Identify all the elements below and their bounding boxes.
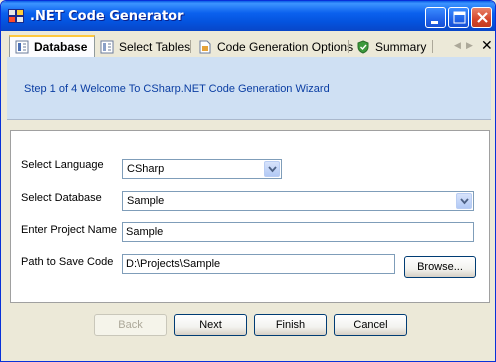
close-window-button[interactable] — [471, 7, 492, 28]
tab-scroll-right-icon[interactable]: ▶ — [466, 40, 473, 51]
maximize-icon — [453, 11, 466, 24]
chevron-down-icon — [268, 166, 277, 173]
project-name-field[interactable] — [122, 222, 474, 242]
tab-label: Database — [34, 40, 88, 54]
language-label: Select Language — [21, 159, 104, 171]
tab-summary[interactable]: Summary — [351, 37, 426, 57]
summary-shield-icon — [357, 40, 369, 54]
dropdown-button[interactable] — [264, 161, 280, 177]
tab-separator — [432, 40, 433, 53]
database-select[interactable]: Sample — [122, 191, 474, 211]
project-name-label: Enter Project Name — [21, 224, 117, 236]
minimize-icon — [431, 21, 438, 24]
finish-button[interactable]: Finish — [254, 314, 327, 336]
wizard-header-panel: Step 1 of 4 Welcome To CSharp.NET Code G… — [7, 57, 491, 120]
save-path-input[interactable] — [123, 255, 394, 273]
table-icon — [100, 40, 114, 54]
database-value: Sample — [127, 195, 165, 207]
tab-label: Select Tables — [119, 40, 191, 54]
tab-close-icon[interactable]: ✕ — [481, 37, 493, 54]
browse-button[interactable]: Browse... — [404, 256, 476, 278]
title-bar[interactable]: .NET Code Generator — [1, 1, 495, 31]
tab-strip: Database Select Tables Code Generation O… — [5, 35, 493, 57]
chevron-down-icon — [460, 198, 469, 205]
close-icon — [477, 12, 488, 23]
language-select[interactable]: CSharp — [122, 159, 282, 179]
tab-separator — [348, 40, 349, 53]
step-description: Step 1 of 4 Welcome To CSharp.NET Code G… — [24, 83, 330, 95]
next-button[interactable]: Next — [174, 314, 247, 336]
dropdown-button[interactable] — [456, 193, 472, 209]
database-settings-panel: Select Language CSharp Select Database S… — [10, 130, 490, 303]
project-name-input[interactable] — [123, 223, 473, 241]
window-title: .NET Code Generator — [30, 9, 184, 24]
tab-database[interactable]: Database — [9, 35, 95, 57]
tab-separator — [190, 40, 191, 53]
save-path-label: Path to Save Code — [21, 256, 114, 268]
language-value: CSharp — [127, 163, 165, 175]
tab-label: Summary — [375, 40, 427, 54]
tab-code-generation-options[interactable]: Code Generation Options — [193, 37, 353, 57]
back-button[interactable]: Back — [94, 314, 167, 336]
wizard-window: .NET Code Generator Database Select Tabl… — [0, 0, 496, 362]
cancel-button[interactable]: Cancel — [334, 314, 407, 336]
save-path-field[interactable] — [122, 254, 395, 274]
tab-select-tables[interactable]: Select Tables — [95, 37, 190, 57]
options-page-icon — [199, 40, 211, 54]
tab-label: Code Generation Options — [217, 40, 354, 54]
app-grid-icon — [8, 9, 24, 23]
maximize-button[interactable] — [448, 7, 469, 28]
minimize-button[interactable] — [425, 7, 446, 28]
database-icon — [15, 40, 29, 54]
tab-scroll-left-icon[interactable]: ◀ — [454, 40, 461, 51]
database-label: Select Database — [21, 192, 102, 204]
